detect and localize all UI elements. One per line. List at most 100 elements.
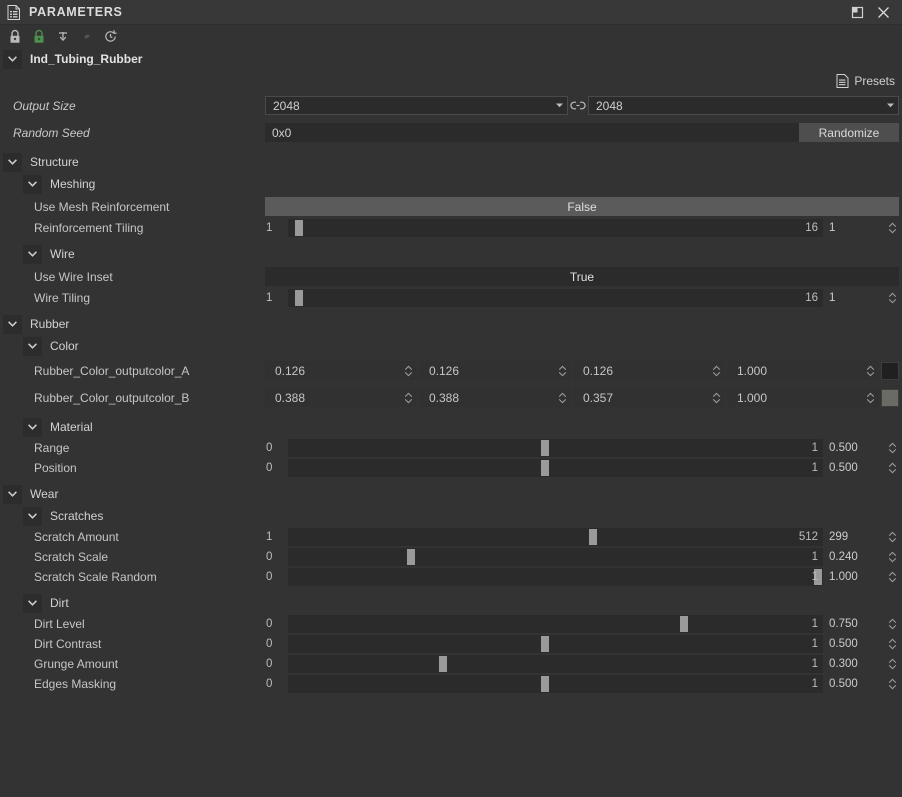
subgroup-header-scratches[interactable]: Scratches xyxy=(0,505,902,527)
chevron-down-icon[interactable] xyxy=(551,103,567,108)
slider-value-input[interactable]: 1 xyxy=(823,289,885,307)
stepper-arrows-icon[interactable] xyxy=(885,635,899,653)
slider-edges-masking[interactable]: 0 1 0.500 xyxy=(265,674,899,694)
slider-track[interactable]: 1 xyxy=(288,459,823,477)
stepper-arrows-icon[interactable] xyxy=(404,361,413,380)
slider-reinforcement-tiling[interactable]: 1 16 1 xyxy=(265,218,899,238)
output-size-width-dropdown[interactable]: 2048 xyxy=(265,96,568,115)
slider-track[interactable]: 16 xyxy=(288,219,823,237)
slider-position[interactable]: 0 1 0.500 xyxy=(265,458,899,478)
stepper-arrows-icon[interactable] xyxy=(885,615,899,633)
slider-dirt-contrast[interactable]: 0 1 0.500 xyxy=(265,634,899,654)
stepper-arrows-icon[interactable] xyxy=(885,528,899,546)
color-component-0[interactable]: 0.126 xyxy=(265,361,417,380)
stepper-arrows-icon[interactable] xyxy=(885,439,899,457)
group-header-structure[interactable]: Structure xyxy=(0,151,902,173)
link-chain-icon[interactable] xyxy=(568,96,588,115)
chevron-down-icon[interactable] xyxy=(3,314,22,334)
slider-grunge-amount[interactable]: 0 1 0.300 xyxy=(265,654,899,674)
color-component-2[interactable]: 0.126 xyxy=(573,361,725,380)
chevron-down-icon[interactable] xyxy=(23,417,42,437)
slider-track[interactable]: 1 xyxy=(288,635,823,653)
slider-handle[interactable] xyxy=(407,549,416,565)
slider-value-input[interactable]: 0.500 xyxy=(823,439,885,457)
slider-track[interactable]: 1 xyxy=(288,655,823,673)
slider-value-input[interactable]: 0.500 xyxy=(823,675,885,693)
stepper-arrows-icon[interactable] xyxy=(885,548,899,566)
chevron-down-icon[interactable] xyxy=(3,49,22,69)
subgroup-header-meshing[interactable]: Meshing xyxy=(0,173,902,195)
slider-range[interactable]: 0 1 0.500 xyxy=(265,438,899,458)
slider-handle[interactable] xyxy=(540,636,549,652)
stepper-arrows-icon[interactable] xyxy=(885,568,899,586)
stepper-arrows-icon[interactable] xyxy=(885,289,899,307)
stepper-arrows-icon[interactable] xyxy=(866,388,875,407)
chevron-down-icon[interactable] xyxy=(23,506,42,526)
slider-handle[interactable] xyxy=(294,220,303,236)
stepper-arrows-icon[interactable] xyxy=(885,219,899,237)
slider-wire-tiling[interactable]: 1 16 1 xyxy=(265,288,899,308)
slider-scratch-amount[interactable]: 1 512 299 xyxy=(265,527,899,547)
chevron-down-icon[interactable] xyxy=(882,103,898,108)
stepper-arrows-icon[interactable] xyxy=(558,361,567,380)
pin-down-icon[interactable] xyxy=(52,27,73,47)
slider-handle[interactable] xyxy=(439,656,448,672)
slider-value-input[interactable]: 1.000 xyxy=(823,568,885,586)
slider-value-input[interactable]: 299 xyxy=(823,528,885,546)
subgroup-header-wire[interactable]: Wire xyxy=(0,243,902,265)
slider-handle[interactable] xyxy=(540,440,549,456)
slider-handle[interactable] xyxy=(679,616,688,632)
slider-value-input[interactable]: 0.240 xyxy=(823,548,885,566)
slider-track[interactable]: 512 xyxy=(288,528,823,546)
subgroup-header-color[interactable]: Color xyxy=(0,335,902,357)
color-component-0[interactable]: 0.388 xyxy=(265,388,417,407)
reset-clock-icon[interactable] xyxy=(100,27,121,47)
stepper-arrows-icon[interactable] xyxy=(866,361,875,380)
random-seed-input[interactable]: 0x0 xyxy=(265,123,799,142)
slider-value-input[interactable]: 0.500 xyxy=(823,459,885,477)
slider-track[interactable]: 1 xyxy=(288,439,823,457)
slider-track[interactable]: 16 xyxy=(288,289,823,307)
slider-track[interactable]: 1 xyxy=(288,548,823,566)
slider-handle[interactable] xyxy=(540,676,549,692)
lock-green-icon[interactable] xyxy=(28,27,49,47)
chevron-down-icon[interactable] xyxy=(23,336,42,356)
slider-track[interactable]: 1 xyxy=(288,675,823,693)
chevron-down-icon[interactable] xyxy=(3,484,22,504)
chevron-down-icon[interactable] xyxy=(23,244,42,264)
slider-handle[interactable] xyxy=(294,290,303,306)
toggle-use-wire-inset[interactable]: True xyxy=(265,267,899,286)
subgroup-header-material[interactable]: Material xyxy=(0,416,902,438)
color-component-3[interactable]: 1.000 xyxy=(727,361,879,380)
slider-value-input[interactable]: 1 xyxy=(823,219,885,237)
slider-dirt-level[interactable]: 0 1 0.750 xyxy=(265,614,899,634)
group-header-rubber[interactable]: Rubber xyxy=(0,313,902,335)
slider-track[interactable]: 1 xyxy=(288,615,823,633)
slider-scratch-scale-random[interactable]: 0 1 1.000 xyxy=(265,567,899,587)
chevron-down-icon[interactable] xyxy=(23,593,42,613)
group-header-root[interactable]: Ind_Tubing_Rubber xyxy=(0,48,902,70)
stepper-arrows-icon[interactable] xyxy=(885,675,899,693)
chevron-down-icon[interactable] xyxy=(3,152,22,172)
slider-scratch-scale[interactable]: 0 1 0.240 xyxy=(265,547,899,567)
color-component-1[interactable]: 0.126 xyxy=(419,361,571,380)
color-component-2[interactable]: 0.357 xyxy=(573,388,725,407)
slider-track[interactable]: 1 xyxy=(288,568,823,586)
stepper-arrows-icon[interactable] xyxy=(404,388,413,407)
stepper-arrows-icon[interactable] xyxy=(885,655,899,673)
lock-icon[interactable] xyxy=(4,27,25,47)
toggle-use-mesh-reinforcement[interactable]: False xyxy=(265,197,899,216)
stepper-arrows-icon[interactable] xyxy=(712,388,721,407)
slider-value-input[interactable]: 0.300 xyxy=(823,655,885,673)
group-header-wear[interactable]: Wear xyxy=(0,483,902,505)
randomize-button[interactable]: Randomize xyxy=(799,123,899,142)
color-swatch[interactable] xyxy=(881,388,899,407)
color-swatch[interactable] xyxy=(881,361,899,380)
restore-icon[interactable] xyxy=(844,1,870,23)
stepper-arrows-icon[interactable] xyxy=(558,388,567,407)
subgroup-header-dirt[interactable]: Dirt xyxy=(0,592,902,614)
slider-value-input[interactable]: 0.500 xyxy=(823,635,885,653)
output-size-height-dropdown[interactable]: 2048 xyxy=(588,96,899,115)
stepper-arrows-icon[interactable] xyxy=(885,459,899,477)
slider-handle[interactable] xyxy=(540,460,549,476)
